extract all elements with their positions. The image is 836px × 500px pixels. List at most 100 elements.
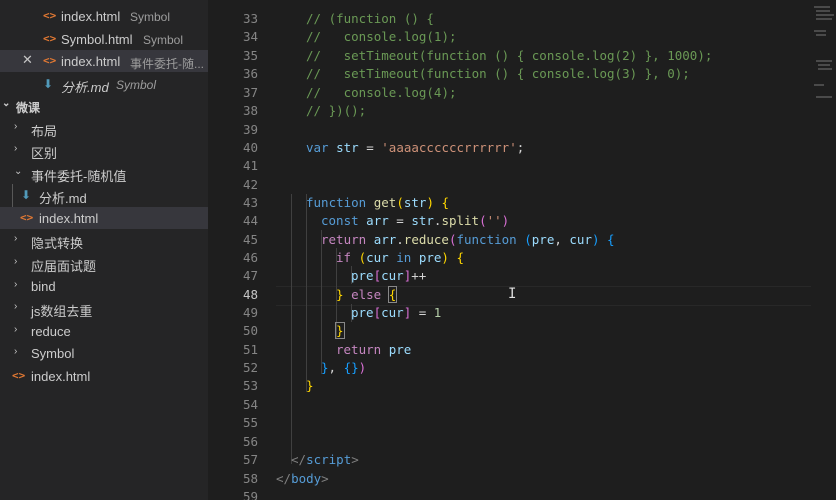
identifier: str — [411, 213, 434, 228]
line-number-active: 48 — [242, 287, 258, 302]
keyword: if — [336, 250, 352, 265]
line-number: 56 — [242, 434, 258, 449]
identifier: pre — [418, 250, 442, 265]
tree-file-label: index.html — [39, 211, 99, 226]
code-line: 33 // (function () { — [208, 10, 836, 28]
line-number: 33 — [242, 11, 258, 26]
minimap[interactable] — [812, 0, 836, 500]
chevron-right-icon: › — [14, 256, 18, 267]
tree-folder-label: js数组去重 — [31, 304, 93, 319]
open-editor-item[interactable]: <> Symbol.html Symbol — [0, 28, 208, 50]
line-number: 52 — [242, 360, 258, 375]
comment-text: // setTimeout(function () { console.log(… — [306, 48, 713, 63]
code-line: 40 var str = 'aaaaccccccrrrrrr'; — [208, 139, 836, 157]
chevron-right-icon: › — [14, 301, 18, 312]
code-line: 49 pre[cur] = 1 — [208, 304, 836, 322]
line-number: 54 — [242, 397, 258, 412]
tree-file[interactable]: <> index.html — [0, 365, 208, 387]
code-line: 50} — [208, 322, 836, 340]
line-number: 51 — [242, 342, 258, 357]
parameter: pre — [531, 232, 555, 247]
chevron-down-icon: ⌄ — [2, 98, 11, 109]
comment-text: // })(); — [306, 103, 367, 118]
tree-folder[interactable]: › 布局 — [0, 117, 208, 139]
operator: ++ — [411, 268, 427, 283]
code-line: 44 const arr = str.split('') — [208, 212, 836, 230]
line-number: 41 — [242, 158, 258, 173]
keyword: else — [351, 287, 382, 302]
tree-file-label: 分析.md — [39, 191, 87, 206]
keyword: in — [396, 250, 412, 265]
tree-folder-expanded[interactable]: ⌄ 事件委托-随机值 — [0, 162, 208, 184]
string-literal: 'aaaaccccccrrrrrr' — [381, 140, 517, 155]
comment-text: // setTimeout(function () { console.log(… — [306, 66, 690, 81]
number-literal: 1 — [433, 305, 442, 320]
tree-file-selected[interactable]: <> index.html — [0, 207, 208, 229]
code-line: 53} — [208, 377, 836, 395]
code-line: 39 — [208, 121, 836, 139]
line-number: 55 — [242, 415, 258, 430]
line-number: 40 — [242, 140, 258, 155]
code-line: 59 — [208, 488, 836, 500]
code-line: 57 </script> — [208, 451, 836, 469]
operator: = — [411, 305, 434, 320]
code-line-active: 48} else { — [208, 286, 836, 304]
tree-folder[interactable]: › 区别 — [0, 139, 208, 161]
html-file-icon: <> — [12, 369, 26, 382]
string-literal: '' — [486, 213, 502, 228]
comment-text: // (function () { — [306, 11, 434, 26]
identifier: arr — [373, 232, 397, 247]
markdown-file-icon: ⬇ — [21, 188, 32, 202]
line-number: 38 — [242, 103, 258, 118]
tree-folder-label: reduce — [31, 324, 71, 339]
operator: = — [388, 213, 412, 228]
open-editor-item[interactable]: <> index.html Symbol — [0, 5, 208, 27]
code-line: 37 // console.log(4); — [208, 84, 836, 102]
line-number: 34 — [242, 29, 258, 44]
code-line: 38 // })(); — [208, 102, 836, 120]
identifier: arr — [366, 213, 389, 228]
keyword: return — [336, 342, 382, 357]
workspace-section-header[interactable]: ⌄ 微课 — [0, 95, 208, 117]
code-line: 34 // console.log(1); — [208, 28, 836, 46]
tree-folder-label: 隐式转换 — [31, 236, 84, 251]
line-number: 49 — [242, 305, 258, 320]
identifier: cur — [366, 250, 389, 265]
tree-file[interactable]: ⬇ 分析.md — [0, 184, 208, 206]
tree-folder[interactable]: › reduce — [0, 320, 208, 342]
code-line: 58 </body> — [208, 470, 836, 488]
open-editor-item[interactable]: ⬇ 分析.md Symbol — [0, 73, 208, 95]
line-number: 58 — [242, 471, 258, 486]
open-editor-item-active[interactable]: ✕ <> index.html 事件委托-随... — [0, 50, 208, 72]
html-file-icon: <> — [20, 211, 34, 224]
chevron-right-icon: › — [14, 324, 18, 335]
code-line: 51 return pre — [208, 341, 836, 359]
tree-folder[interactable]: › bind — [0, 275, 208, 297]
tree-folder[interactable]: › 隐式转换 — [0, 229, 208, 251]
tree-folder[interactable]: › Symbol — [0, 342, 208, 364]
explorer-sidebar: <> index.html Symbol <> Symbol.html Symb… — [0, 0, 208, 500]
tree-folder[interactable]: › 应届面试题 — [0, 252, 208, 274]
close-icon[interactable]: ✕ — [22, 52, 33, 68]
open-editor-filename: 分析.md — [61, 80, 109, 95]
method-name: reduce — [403, 232, 449, 247]
html-file-icon: <> — [43, 9, 57, 22]
html-file-icon: <> — [43, 32, 57, 45]
keyword: const — [321, 213, 359, 228]
code-line: 43 function get(str) { — [208, 194, 836, 212]
chevron-down-icon: ⌄ — [14, 166, 23, 177]
tree-folder-label: bind — [31, 279, 56, 294]
line-number: 50 — [242, 323, 258, 338]
html-file-icon: <> — [43, 54, 57, 67]
code-line: 36 // setTimeout(function () { console.lo… — [208, 65, 836, 83]
open-editor-folder: 事件委托-随... — [130, 57, 204, 71]
tree-folder[interactable]: › js数组去重 — [0, 297, 208, 319]
tree-folder-label: 应届面试题 — [31, 259, 97, 274]
code-line: 55 — [208, 414, 836, 432]
code-line: 35 // setTimeout(function () { console.lo… — [208, 47, 836, 65]
code-editor[interactable]: 33 // (function () { 34 // console.log(1);… — [208, 0, 836, 500]
parameter: str — [403, 195, 427, 210]
line-number: 46 — [242, 250, 258, 265]
line-number: 39 — [242, 122, 258, 137]
identifier: cur — [381, 268, 404, 283]
